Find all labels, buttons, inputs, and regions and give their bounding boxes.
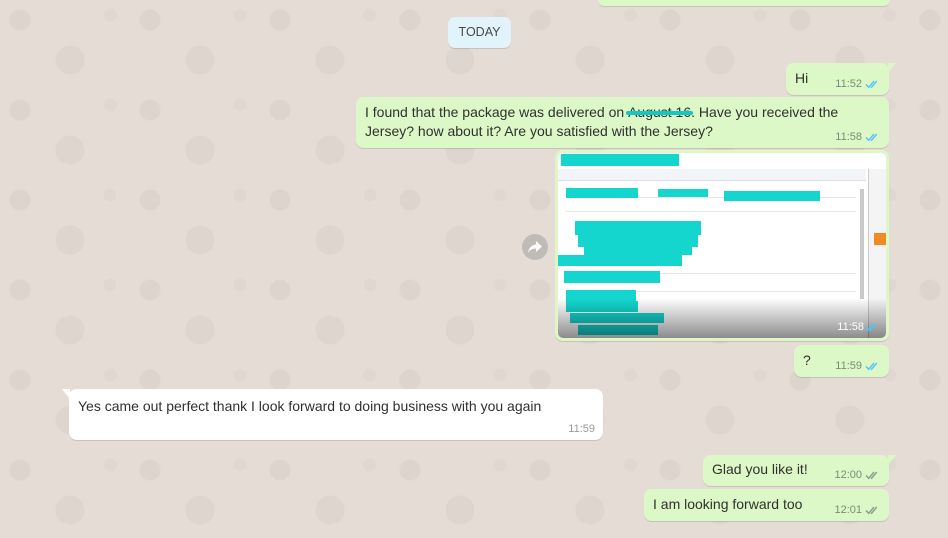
redaction-block <box>575 221 701 235</box>
message-meta: 12:00 <box>834 469 881 481</box>
redaction-block <box>561 154 679 166</box>
message-time: 12:01 <box>834 504 862 516</box>
outgoing-message[interactable]: Glad you like it! 12:00 <box>703 455 896 486</box>
outgoing-message[interactable]: Hi 11:52 <box>786 63 896 95</box>
outgoing-message[interactable]: ? 11:59 <box>794 345 889 377</box>
date-divider: TODAY <box>448 17 511 48</box>
message-meta: 11:52 <box>835 78 881 90</box>
thumbnail-scrollbar <box>860 189 864 299</box>
screenshot-thumbnail[interactable]: 11:58 <box>558 153 886 338</box>
thumbnail-side-icon <box>874 233 886 245</box>
message-meta: 12:01 <box>834 504 881 516</box>
message-text: Yes came out perfect thank I look forwar… <box>78 398 542 414</box>
message-meta: 11:58 <box>835 131 881 143</box>
incoming-message[interactable]: Yes came out perfect thank I look forwar… <box>62 389 603 440</box>
double-check-icon <box>865 362 878 371</box>
double-check-icon <box>865 80 878 89</box>
message-text-line2: Jersey? how about it? Are you satisfied … <box>365 123 713 139</box>
message-text: I found that the package was delivered o… <box>365 103 838 141</box>
message-meta: 11:59 <box>568 423 595 435</box>
redacted-date: August 16 <box>626 103 694 122</box>
previous-message-bubble <box>598 0 890 6</box>
double-check-icon <box>864 323 877 332</box>
redaction-mark <box>626 111 694 115</box>
message-time: 11:59 <box>568 423 595 435</box>
double-check-icon <box>865 506 878 515</box>
double-check-icon <box>865 133 878 142</box>
outgoing-message[interactable]: I found that the package was delivered o… <box>356 97 889 148</box>
message-time: 11:59 <box>835 360 862 372</box>
message-text: I am looking forward too <box>653 496 803 512</box>
redaction-block <box>566 188 638 198</box>
redaction-block <box>658 189 708 197</box>
message-text: Hi <box>795 70 809 86</box>
thumbnail-row <box>566 211 856 212</box>
redaction-block <box>564 271 660 283</box>
forward-arrow-icon <box>528 241 542 253</box>
message-text: Glad you like it! <box>712 461 808 477</box>
message-text: ? <box>803 352 811 368</box>
forward-button[interactable] <box>522 234 548 260</box>
message-text-part: . Have you received the <box>691 104 839 120</box>
message-time: 12:00 <box>834 469 862 481</box>
message-text-part: I found that the package was delivered o… <box>365 104 629 120</box>
chat-panel: TODAY Hi 11:52 I found that the package … <box>0 0 948 538</box>
message-time: 11:58 <box>837 321 864 333</box>
outgoing-message[interactable]: I am looking forward too 12:01 <box>644 489 889 521</box>
double-check-icon <box>865 471 878 480</box>
message-time: 11:58 <box>835 131 862 143</box>
redaction-block <box>584 246 692 255</box>
message-time: 11:52 <box>835 78 862 90</box>
redaction-block <box>724 191 820 201</box>
redaction-block <box>558 255 682 266</box>
image-message[interactable]: 11:58 <box>555 150 889 341</box>
thumbnail-tabbar <box>558 169 866 181</box>
message-meta: 11:59 <box>835 360 881 372</box>
